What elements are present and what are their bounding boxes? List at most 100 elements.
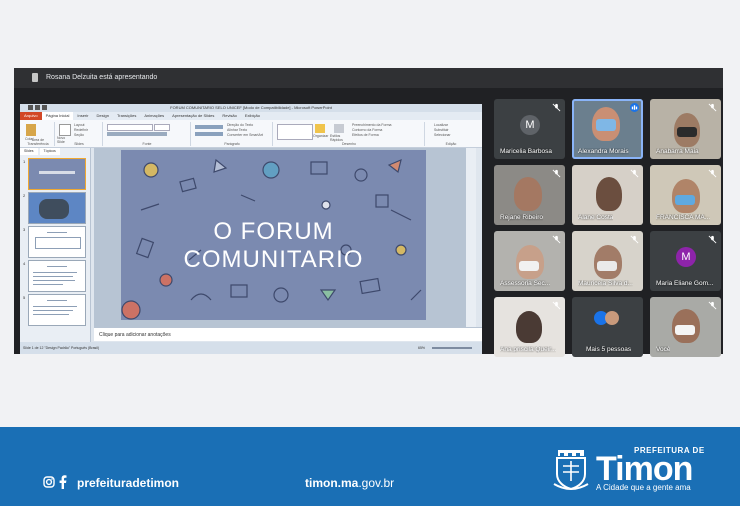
font-family-select[interactable] xyxy=(107,124,153,131)
tab-transicoes[interactable]: Transições xyxy=(113,112,140,120)
find-label[interactable]: Localizar xyxy=(434,123,448,127)
participant-tile[interactable]: Mais 5 pessoas xyxy=(572,297,643,357)
participant-tile[interactable]: Mauriceia Silva d... xyxy=(572,231,643,291)
ribbon-group-slides: Novo Slide Layout Redefinir Seção Slides xyxy=(56,122,103,146)
group-label: Slides xyxy=(74,142,84,146)
ppt-title-bar: FORUM COMUNITARIO SELO UNICEF [Modo de C… xyxy=(20,104,482,112)
shape-outline-label[interactable]: Contorno da Forma xyxy=(352,128,382,132)
participant-tile[interactable]: Você xyxy=(650,297,721,357)
slide-title: O FORUM COMUNITARIO xyxy=(183,218,364,273)
layout-label[interactable]: Layout xyxy=(74,123,85,127)
participant-tile[interactable]: Rejane Ribeiro xyxy=(494,165,565,225)
participant-tile[interactable]: M Maria Eliane Gom... xyxy=(650,231,721,291)
slide-thumbnail[interactable]: 1 xyxy=(23,158,86,190)
participant-name: Maria Eliane Gom... xyxy=(656,280,714,287)
zoom-slider[interactable] xyxy=(432,347,472,349)
align-buttons[interactable] xyxy=(195,132,223,136)
participant-name: Alexandra Morais xyxy=(578,148,629,155)
quick-styles-label: Estilos Rápidos xyxy=(330,134,343,142)
replace-label[interactable]: Substituir xyxy=(434,128,449,132)
tab-design[interactable]: Design xyxy=(92,112,112,120)
font-format-buttons[interactable] xyxy=(107,132,167,136)
participant-tile[interactable]: Alexandra Morais xyxy=(572,99,643,159)
slide-thumbnail[interactable]: 4 xyxy=(23,260,86,292)
text-direction-label[interactable]: Direção do Texto xyxy=(227,123,253,127)
mic-off-icon xyxy=(708,103,717,112)
ppt-ribbon: Colar Área de Transferência Novo Slide L… xyxy=(20,120,482,148)
participant-video xyxy=(596,177,622,211)
quick-styles-icon[interactable] xyxy=(334,124,344,133)
paste-icon[interactable] xyxy=(26,124,36,136)
ribbon-group-clipboard: Colar Área de Transferência xyxy=(22,122,55,146)
tab-exibicao[interactable]: Exibição xyxy=(241,112,264,120)
current-slide[interactable]: O FORUM COMUNITARIO xyxy=(121,150,426,320)
slides-panel-tabs: Slides Tópicos xyxy=(20,148,90,155)
participant-tile[interactable]: Anabarra Maia xyxy=(650,99,721,159)
participant-name: Maricelia Barbosa xyxy=(500,148,553,155)
slide-thumbnail[interactable]: 2 xyxy=(23,192,86,224)
group-label: Parágrafo xyxy=(224,142,240,146)
facebook-icon xyxy=(59,475,67,489)
tab-pagina-inicial[interactable]: Página Inicial xyxy=(41,112,74,120)
avatar: M xyxy=(676,247,696,267)
section-label[interactable]: Seção xyxy=(74,133,84,137)
tab-revisao[interactable]: Revisão xyxy=(218,112,240,120)
select-label[interactable]: Selecionar xyxy=(434,133,451,137)
participant-name: Assessoria Sec... xyxy=(500,280,551,287)
notes-pane[interactable]: Clique para adicionar anotações xyxy=(94,327,482,341)
mic-off-icon xyxy=(552,235,561,244)
participant-name: Alane Costa xyxy=(578,214,614,221)
participant-name: Anabarra Maia xyxy=(656,148,699,155)
ppt-vertical-scrollbar[interactable] xyxy=(466,148,476,328)
participant-tile[interactable]: Alane Costa xyxy=(572,165,643,225)
participant-tile[interactable]: Assessoria Sec... xyxy=(494,231,565,291)
tab-inserir[interactable]: Inserir xyxy=(73,112,92,120)
notes-placeholder: Clique para adicionar anotações xyxy=(99,332,171,338)
reset-label[interactable]: Redefinir xyxy=(74,128,88,132)
website-domain: timon.ma xyxy=(305,476,359,490)
presenter-banner: Rosana Delzuita está apresentando xyxy=(14,68,723,88)
participant-video xyxy=(514,177,542,211)
mic-off-icon xyxy=(552,103,561,112)
tab-topicos[interactable]: Tópicos xyxy=(39,148,60,155)
mask xyxy=(675,195,695,205)
participant-tile[interactable]: Ana priscila Queir... xyxy=(494,297,565,357)
smartart-label[interactable]: Converter em SmartArt xyxy=(227,133,271,137)
new-slide-icon[interactable] xyxy=(59,124,71,136)
slide-thumbnail[interactable]: 5 xyxy=(23,294,86,326)
tab-apresentacao[interactable]: Apresentação de Slides xyxy=(168,112,218,120)
align-text-label[interactable]: Alinhar Texto xyxy=(227,128,247,132)
tab-arquivo[interactable]: Arquivo xyxy=(20,112,42,120)
ppt-window-title: FORUM COMUNITARIO SELO UNICEF [Modo de C… xyxy=(170,105,332,110)
slides-panel: Slides Tópicos 1 2 3 4 5 xyxy=(20,148,91,342)
participant-name: Rejane Ribeiro xyxy=(500,214,543,221)
list-buttons[interactable] xyxy=(195,125,223,129)
shapes-gallery[interactable] xyxy=(277,124,313,140)
slide-thumbnail[interactable]: 3 xyxy=(23,226,86,258)
mic-off-icon xyxy=(630,169,639,178)
participant-name: Você xyxy=(656,346,671,353)
ribbon-group-paragraph: Direção do Texto Alinhar Texto Converter… xyxy=(192,122,273,146)
tab-animacoes[interactable]: Animações xyxy=(140,112,168,120)
mask xyxy=(597,261,617,271)
mask xyxy=(596,119,616,131)
shape-effects-label[interactable]: Efeitos de Forma xyxy=(352,133,379,137)
ribbon-group-font: Fonte xyxy=(104,122,191,146)
more-people-label: Mais 5 pessoas xyxy=(586,346,632,353)
presenter-text: Rosana Delzuita está apresentando xyxy=(46,74,158,81)
brand-slogan: A Cidade que a gente ama xyxy=(596,483,691,492)
avatar: M xyxy=(520,115,540,135)
font-size-select[interactable] xyxy=(154,124,170,131)
mic-off-icon xyxy=(630,235,639,244)
status-text: Slide 1 de 12 "Design Padrão" Português … xyxy=(23,346,100,350)
mic-off-icon xyxy=(708,235,717,244)
participant-tile[interactable]: M Maricelia Barbosa xyxy=(494,99,565,159)
arrange-icon[interactable] xyxy=(315,124,325,133)
city-coat-of-arms-logo xyxy=(553,450,589,491)
website-url: timon.ma.gov.br xyxy=(305,476,394,490)
mic-off-icon xyxy=(552,169,561,178)
tab-slides[interactable]: Slides xyxy=(20,148,38,155)
participant-tile[interactable]: FRANCISCA MA... xyxy=(650,165,721,225)
shape-fill-label[interactable]: Preenchimento da Forma xyxy=(352,123,392,127)
mic-off-icon xyxy=(552,301,561,310)
